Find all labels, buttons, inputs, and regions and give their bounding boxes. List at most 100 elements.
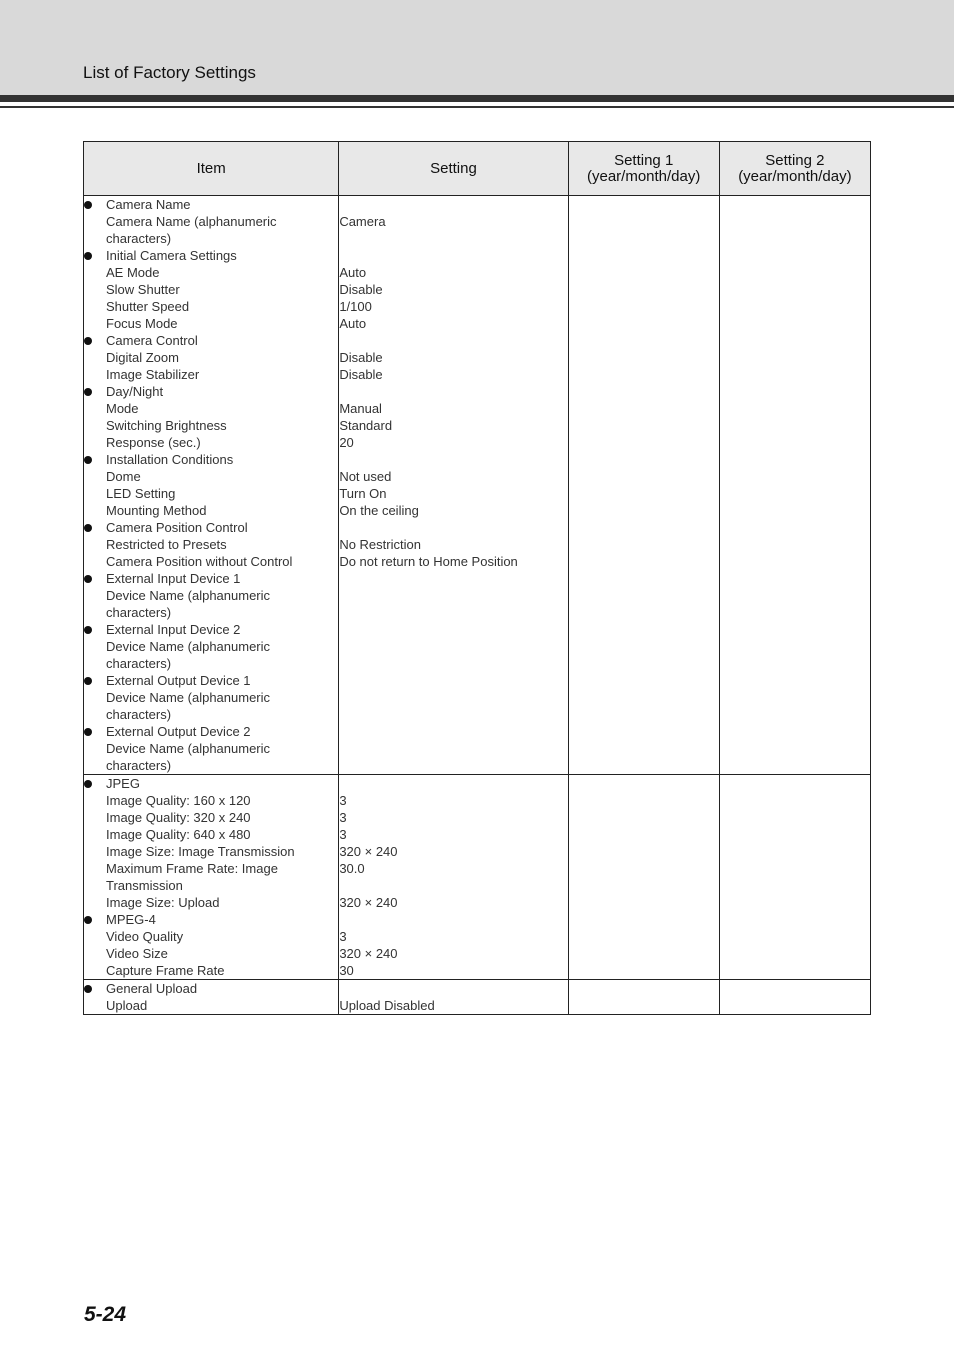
item-group-heading: External Input Device 2 bbox=[84, 621, 338, 638]
header-band: List of Factory Settings bbox=[0, 0, 954, 95]
setting-cell: 3 3 3 320 × 240 30.0 320 × 240 3 320 × 240 30 bbox=[338, 774, 569, 980]
item-label: Image Quality: 640 x 480 bbox=[106, 827, 251, 842]
item-label: Image Size: Upload bbox=[106, 895, 220, 910]
setting-value: Disable bbox=[339, 282, 383, 297]
table-row: General Upload Upload Upload Disabled bbox=[82, 979, 872, 1015]
setting-value: 320 × 240 bbox=[339, 895, 398, 910]
item-label: Response (sec.) bbox=[106, 435, 201, 450]
section-title: List of Factory Settings bbox=[83, 63, 256, 82]
item-group-heading: Initial Camera Settings bbox=[84, 247, 338, 264]
column-header-setting-1-sublabel: (year/month/day) bbox=[586, 167, 701, 185]
item-group-heading: External Output Device 2 bbox=[84, 723, 338, 740]
item-label: Camera Position without Control bbox=[106, 554, 293, 569]
item-label: characters) bbox=[106, 656, 172, 671]
item-label: Upload bbox=[106, 998, 148, 1013]
setting-value bbox=[339, 775, 567, 792]
setting-value: 3 bbox=[339, 810, 347, 825]
column-header-setting-label: Setting bbox=[430, 159, 477, 177]
table-header-row: Item Setting Setting 1 (year/month/day) … bbox=[82, 141, 872, 196]
item-group-heading: External Input Device 1 bbox=[84, 570, 338, 587]
item-label: Switching Brightness bbox=[106, 418, 227, 433]
setting-value: 3 bbox=[339, 929, 347, 944]
item-label: characters) bbox=[106, 605, 172, 620]
item-label: Camera Name (alphanumeric bbox=[106, 214, 277, 229]
setting-value: 320 × 240 bbox=[339, 844, 398, 859]
setting-cell: Camera Auto Disable 1/100 Auto Disable Disable… bbox=[338, 195, 569, 775]
item-label: Device Name (alphanumeric bbox=[106, 639, 271, 654]
column-header-setting-1-label: Setting 1 bbox=[614, 151, 674, 169]
item-cell: JPEG Image Quality: 160 x 120 Image Qualit… bbox=[82, 774, 340, 980]
item-label: Video Size bbox=[106, 946, 168, 961]
item-label: Transmission bbox=[106, 878, 183, 893]
setting-value: Auto bbox=[339, 316, 367, 331]
setting-1-cell bbox=[567, 979, 720, 1015]
setting-value: 1/100 bbox=[339, 299, 372, 314]
item-label: Focus Mode bbox=[106, 316, 178, 331]
item-label: characters) bbox=[106, 231, 172, 246]
item-label: Capture Frame Rate bbox=[106, 963, 225, 978]
item-cell: General Upload Upload bbox=[82, 979, 340, 1015]
item-label: Device Name (alphanumeric bbox=[106, 741, 271, 756]
setting-value: Disable bbox=[339, 367, 383, 382]
column-header-setting-2-sublabel: (year/month/day) bbox=[738, 167, 852, 185]
item-label: Maximum Frame Rate: Image bbox=[106, 861, 278, 876]
item-group-heading: Camera Position Control bbox=[84, 519, 338, 536]
item-label: Slow Shutter bbox=[106, 282, 180, 297]
item-group-heading: MPEG-4 bbox=[84, 911, 338, 928]
item-group-heading: General Upload bbox=[84, 980, 338, 997]
setting-cell: Upload Disabled bbox=[338, 979, 569, 1015]
setting-value: Manual bbox=[339, 401, 382, 416]
item-label: Digital Zoom bbox=[106, 350, 179, 365]
setting-value bbox=[339, 877, 567, 894]
setting-value bbox=[339, 196, 567, 213]
item-cell: Camera Name Camera Name (alphanumeric char… bbox=[82, 195, 340, 775]
setting-value: 320 × 240 bbox=[339, 946, 398, 961]
setting-value: 30.0 bbox=[339, 861, 365, 876]
setting-value: Do not return to Home Position bbox=[339, 554, 518, 569]
header-rule-thin bbox=[0, 106, 954, 108]
setting-value bbox=[339, 230, 567, 247]
setting-value bbox=[339, 519, 567, 536]
item-label: Image Quality: 160 x 120 bbox=[106, 793, 251, 808]
column-header-item: Item bbox=[82, 141, 340, 196]
setting-value: Upload Disabled bbox=[339, 998, 435, 1013]
column-header-setting-2-label: Setting 2 bbox=[765, 151, 825, 169]
header-rule-thick bbox=[0, 95, 954, 102]
setting-2-cell bbox=[718, 979, 872, 1015]
setting-value bbox=[339, 332, 567, 349]
item-label: Dome bbox=[106, 469, 141, 484]
column-header-setting: Setting bbox=[338, 141, 569, 196]
setting-value: Not used bbox=[339, 469, 392, 484]
setting-value: Turn On bbox=[339, 486, 387, 501]
setting-value bbox=[339, 980, 567, 997]
item-group-heading: Camera Control bbox=[84, 332, 338, 349]
setting-1-cell bbox=[567, 195, 720, 775]
item-label: Image Stabilizer bbox=[106, 367, 200, 382]
setting-1-cell bbox=[567, 774, 720, 980]
setting-value: Standard bbox=[339, 418, 393, 433]
setting-value bbox=[339, 451, 567, 468]
setting-2-cell bbox=[718, 195, 872, 775]
item-label: Shutter Speed bbox=[106, 299, 190, 314]
column-header-setting-1: Setting 1 (year/month/day) bbox=[567, 141, 720, 196]
item-label: Device Name (alphanumeric bbox=[106, 690, 271, 705]
factory-settings-table: Item Setting Setting 1 (year/month/day) … bbox=[82, 141, 872, 1015]
item-group-heading: External Output Device 1 bbox=[84, 672, 338, 689]
item-group-heading: JPEG bbox=[84, 775, 338, 792]
setting-value: No Restriction bbox=[339, 537, 421, 552]
setting-value: Disable bbox=[339, 350, 383, 365]
setting-value: 30 bbox=[339, 963, 354, 978]
setting-2-cell bbox=[718, 774, 872, 980]
column-header-setting-2: Setting 2 (year/month/day) bbox=[718, 141, 872, 196]
item-label: Restricted to Presets bbox=[106, 537, 227, 552]
item-label: Mode bbox=[106, 401, 139, 416]
item-group-heading: Day/Night bbox=[84, 383, 338, 400]
item-label: characters) bbox=[106, 707, 172, 722]
item-group-heading: Camera Name bbox=[84, 196, 338, 213]
setting-value bbox=[339, 911, 567, 928]
setting-value bbox=[339, 247, 567, 264]
setting-value: 3 bbox=[339, 827, 347, 842]
item-label: Mounting Method bbox=[106, 503, 207, 518]
setting-value: On the ceiling bbox=[339, 503, 419, 518]
item-label: Device Name (alphanumeric bbox=[106, 588, 271, 603]
